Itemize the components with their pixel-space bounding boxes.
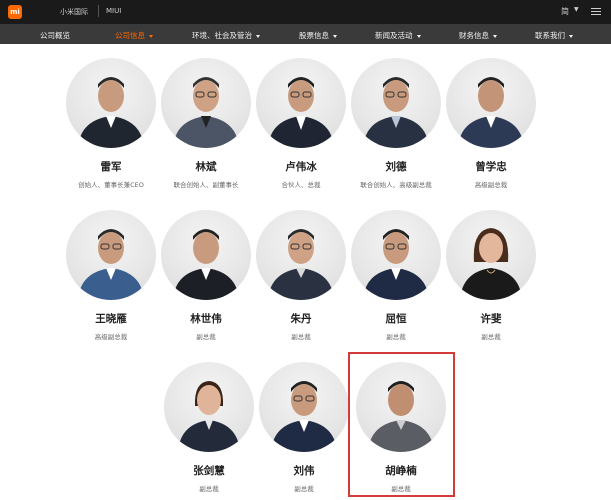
leader-name: 林斌 [195, 161, 217, 173]
leader-card[interactable]: 林斌 联合创始人、副董事长 [151, 58, 261, 189]
language-selector[interactable]: 简 [561, 6, 569, 17]
leader-title: 合伙人、总裁 [281, 181, 321, 189]
nav-esg[interactable]: 环境、社会及管治 [192, 30, 260, 41]
leader-card[interactable]: 曾学忠 高级副总裁 [436, 58, 546, 189]
leader-photo [256, 58, 346, 148]
leader-name: 许斐 [480, 313, 502, 325]
top-link-miui[interactable]: MIUI [106, 7, 121, 15]
top-bar: mi 小米国际 MIUI 简 ▼ [0, 0, 611, 24]
leader-name: 王晓雁 [95, 313, 127, 325]
leader-card[interactable]: 雷军 创始人、董事长兼CEO [56, 58, 166, 189]
leader-photo [256, 210, 346, 300]
leader-name: 刘德 [385, 161, 407, 173]
leader-title: 副总裁 [291, 333, 311, 341]
leader-name: 林世伟 [190, 313, 222, 325]
leader-card[interactable]: 刘伟 副总裁 [249, 362, 359, 493]
leader-name: 朱丹 [290, 313, 312, 325]
leader-photo [161, 210, 251, 300]
leader-title: 副总裁 [294, 485, 314, 493]
leader-name: 雷军 [100, 161, 122, 173]
chevron-down-icon: ▼ [574, 6, 579, 13]
top-link-mi-global[interactable]: 小米国际 [60, 7, 88, 17]
chevron-down-icon [149, 34, 153, 38]
leader-title: 创始人、董事长兼CEO [78, 181, 144, 189]
nav-financial-info[interactable]: 财务信息 [459, 30, 497, 41]
leader-photo [351, 58, 441, 148]
leader-title: 高级副总裁 [94, 333, 128, 341]
leader-photo [164, 362, 254, 452]
leader-card[interactable]: 刘德 联合创始人、高级副总裁 [341, 58, 451, 189]
leader-title: 联合创始人、副董事长 [173, 181, 239, 189]
leader-title: 副总裁 [386, 333, 406, 341]
chevron-down-icon [333, 34, 337, 38]
chevron-down-icon [256, 34, 260, 38]
leader-card[interactable]: 卢伟冰 合伙人、总裁 [246, 58, 356, 189]
nav-company-overview[interactable]: 公司概览 [40, 30, 70, 41]
leader-name: 卢伟冰 [285, 161, 317, 173]
leader-title: 副总裁 [196, 333, 216, 341]
selection-highlight [348, 352, 455, 497]
leader-card[interactable]: 屈恒 副总裁 [341, 210, 451, 341]
nav-company-info[interactable]: 公司信息 [115, 30, 153, 41]
leader-title: 副总裁 [481, 333, 501, 341]
nav-news-events[interactable]: 新闻及活动 [375, 30, 421, 41]
leader-card[interactable]: 许斐 副总裁 [436, 210, 546, 341]
leader-photo [66, 210, 156, 300]
leader-card[interactable]: 王晓雁 高级副总裁 [56, 210, 166, 341]
leader-photo [446, 210, 536, 300]
chevron-down-icon [569, 34, 573, 38]
leader-title: 副总裁 [199, 485, 219, 493]
leader-title: 联合创始人、高级副总裁 [360, 181, 432, 189]
main-nav: 公司概览 公司信息 环境、社会及管治 股票信息 新闻及活动 财务信息 联系我们 [0, 24, 611, 44]
mi-logo[interactable]: mi [8, 5, 22, 19]
leader-card[interactable]: 林世伟 副总裁 [151, 210, 261, 341]
leader-photo [161, 58, 251, 148]
nav-stock-info[interactable]: 股票信息 [299, 30, 337, 41]
leader-photo [259, 362, 349, 452]
leader-photo [66, 58, 156, 148]
leader-name: 刘伟 [293, 465, 315, 477]
leader-name: 屈恒 [385, 313, 407, 325]
chevron-down-icon [493, 34, 497, 38]
leader-name: 张剑慧 [193, 465, 225, 477]
leader-card[interactable]: 朱丹 副总裁 [246, 210, 356, 341]
menu-icon[interactable] [591, 8, 601, 17]
chevron-down-icon [416, 34, 421, 38]
leader-card[interactable]: 张剑慧 副总裁 [154, 362, 264, 493]
leader-name: 曾学忠 [475, 161, 507, 173]
top-separator [98, 5, 99, 17]
leader-photo [446, 58, 536, 148]
leader-photo [351, 210, 441, 300]
nav-contact-us[interactable]: 联系我们 [535, 30, 573, 41]
leader-title: 高级副总裁 [474, 181, 508, 189]
